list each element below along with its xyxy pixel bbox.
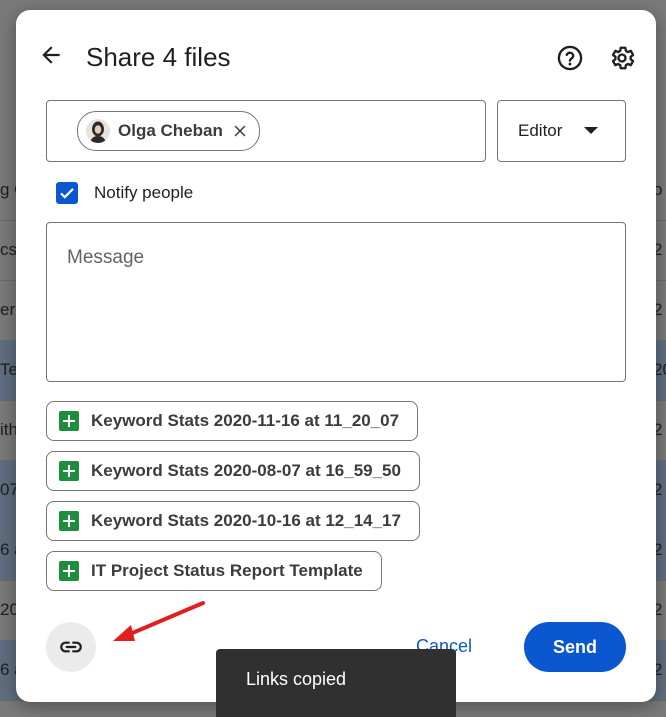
help-icon [557, 45, 583, 71]
sheets-icon [59, 461, 79, 481]
notify-checkbox[interactable] [56, 182, 78, 204]
file-name: Keyword Stats 2020-08-07 at 16_59_50 [91, 461, 401, 480]
message-field[interactable]: Message [46, 222, 626, 382]
notify-people-toggle[interactable]: Notify people [56, 182, 193, 204]
snackbar: Links copied [216, 649, 456, 717]
gear-icon [611, 46, 635, 70]
send-button[interactable]: Send [524, 622, 626, 672]
background-cell: cs [0, 240, 17, 259]
message-placeholder: Message [67, 247, 145, 268]
link-icon [60, 641, 82, 653]
role-label: Editor [518, 121, 563, 140]
recipient-name: Olga Cheban [118, 121, 223, 140]
share-dialog: Share 4 files Olga Cheban Editor Notify … [16, 10, 656, 702]
checkmark-icon [60, 188, 74, 199]
chevron-down-icon [584, 127, 598, 134]
file-name: IT Project Status Report Template [91, 561, 363, 580]
role-select[interactable]: Editor [497, 100, 626, 162]
recipient-chip[interactable]: Olga Cheban [77, 111, 260, 151]
file-chip[interactable]: Keyword Stats 2020-08-07 at 16_59_50 [46, 451, 420, 491]
close-icon[interactable] [231, 122, 249, 140]
dialog-title: Share 4 files [86, 42, 231, 72]
settings-button[interactable] [608, 44, 636, 72]
file-chip[interactable]: Keyword Stats 2020-10-16 at 12_14_17 [46, 501, 420, 541]
sheets-icon [59, 511, 79, 531]
file-name: Keyword Stats 2020-11-16 at 11_20_07 [91, 411, 400, 430]
notify-label: Notify people [94, 183, 194, 202]
sheets-icon [59, 561, 79, 581]
sheets-icon [59, 411, 79, 431]
help-button[interactable] [556, 44, 584, 72]
copy-link-button[interactable] [46, 622, 96, 672]
back-button[interactable] [36, 40, 66, 70]
file-chip[interactable]: IT Project Status Report Template [46, 551, 382, 591]
avatar [86, 119, 110, 143]
add-people-input[interactable]: Olga Cheban [46, 100, 486, 162]
arrow-back-icon [42, 46, 60, 64]
file-name: Keyword Stats 2020-10-16 at 12_14_17 [91, 511, 401, 530]
file-chip[interactable]: Keyword Stats 2020-11-16 at 11_20_07 [46, 401, 419, 441]
snackbar-text: Links copied [246, 669, 347, 689]
